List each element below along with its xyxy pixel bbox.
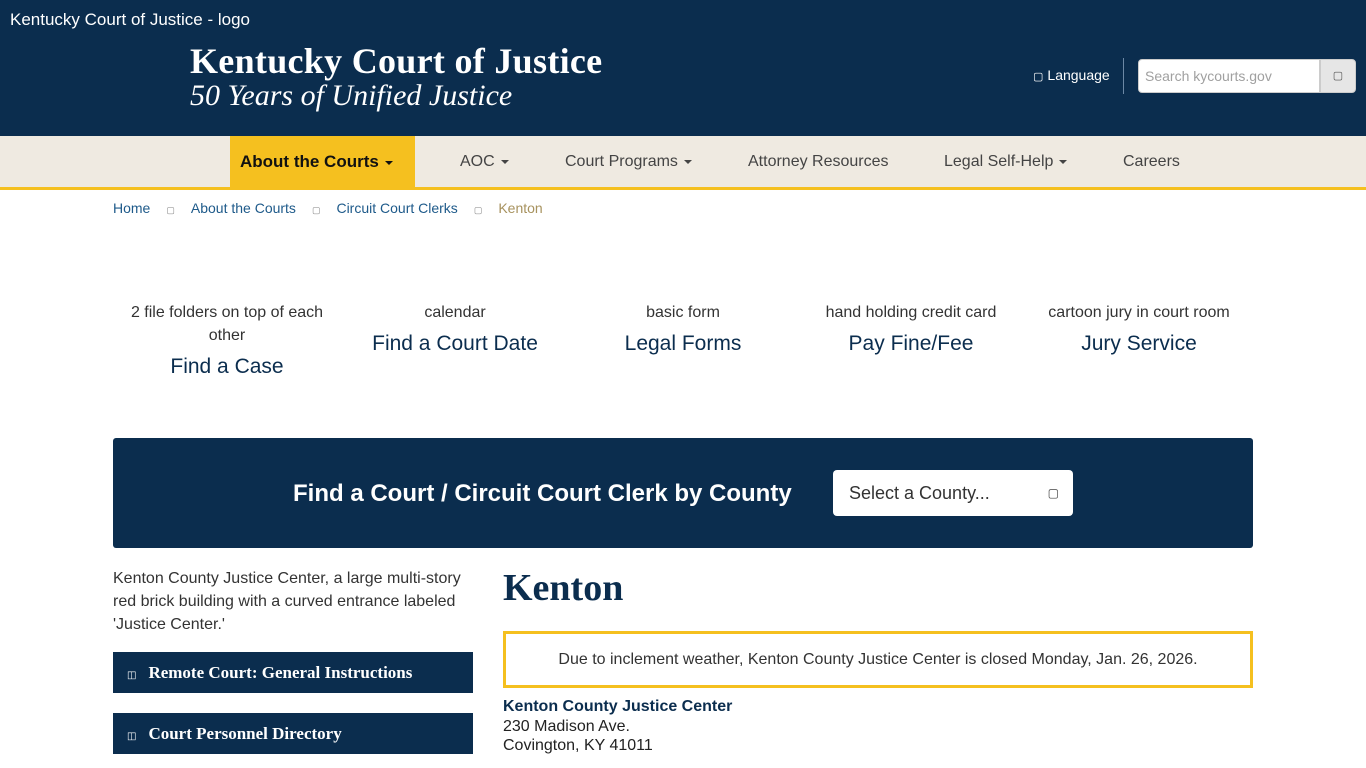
quick-link-label[interactable]: Find a Court Date (341, 332, 569, 356)
address-city: Covington, KY 41011 (503, 737, 653, 754)
nav-careers[interactable]: Careers (1123, 136, 1180, 187)
quick-link-jury-service[interactable]: cartoon jury in court room Jury Service (1025, 301, 1253, 356)
header-divider (1123, 58, 1124, 94)
chevron-right-icon: ▢ (473, 205, 483, 215)
side-button-label: Court Personnel Directory (148, 724, 342, 743)
quick-link-label[interactable]: Pay Fine/Fee (797, 332, 1025, 356)
search-icon: ▢ (1332, 70, 1344, 82)
caret-down-icon (500, 159, 509, 164)
site-subtitle: 50 Years of Unified Justice (190, 79, 513, 112)
breadcrumb-current: Kenton (498, 200, 543, 216)
site-title[interactable]: Kentucky Court of Justice (190, 40, 602, 82)
nav-item-label: Legal Self-Help (944, 153, 1054, 170)
breadcrumb: Home ▢ About the Courts ▢ Circuit Court Cler… (113, 200, 543, 216)
breadcrumb-circuit-court-clerks[interactable]: Circuit Court Clerks (336, 200, 457, 216)
address-name: Kenton County Justice Center (503, 698, 733, 715)
address-street: 230 Madison Ave. (503, 718, 630, 735)
weather-alert: Due to inclement weather, Kenton County … (503, 631, 1253, 688)
county-heading: Kenton (503, 567, 624, 609)
county-select-value: Select a County... (849, 483, 990, 503)
quick-link-legal-forms[interactable]: basic form Legal Forms (569, 301, 797, 356)
caret-down-icon (1059, 159, 1068, 164)
court-personnel-directory-button[interactable]: ◫ Court Personnel Directory (113, 713, 473, 754)
search-button[interactable]: ▢ (1320, 59, 1356, 93)
nav-item-label: About the Courts (240, 152, 379, 171)
quick-link-label[interactable]: Find a Case (113, 355, 341, 379)
site-header: Kentucky Court of Justice - logo Kentuck… (0, 0, 1366, 136)
external-link-icon: ◫ (127, 731, 137, 742)
breadcrumb-about-the-courts[interactable]: About the Courts (191, 200, 296, 216)
county-finder-title: Find a Court / Circuit Court Clerk by Co… (293, 480, 792, 507)
breadcrumb-home[interactable]: Home (113, 200, 150, 216)
folders-image: 2 file folders on top of each other (130, 304, 324, 344)
search-form: ▢ (1138, 59, 1356, 93)
remote-court-instructions-button[interactable]: ◫ Remote Court: General Instructions (113, 652, 473, 693)
quick-link-label[interactable]: Legal Forms (569, 332, 797, 356)
chevron-right-icon: ▢ (166, 205, 175, 215)
quick-link-pay-fine-fee[interactable]: hand holding credit card Pay Fine/Fee (797, 301, 1025, 356)
nav-court-programs[interactable]: Court Programs (565, 136, 692, 187)
quick-link-find-a-case[interactable]: 2 file folders on top of each other Find… (113, 301, 341, 379)
side-button-label: Remote Court: General Instructions (148, 663, 413, 682)
site-logo[interactable]: Kentucky Court of Justice - logo (10, 10, 250, 30)
language-label: Language (1047, 67, 1110, 83)
county-select[interactable]: Select a County... ▢ (833, 470, 1073, 516)
search-input[interactable] (1138, 59, 1320, 93)
nav-aoc[interactable]: AOC (460, 136, 509, 187)
quick-link-label[interactable]: Jury Service (1025, 332, 1253, 356)
nav-item-label: Careers (1123, 153, 1180, 170)
external-link-icon: ◫ (127, 670, 137, 681)
nav-attorney-resources[interactable]: Attorney Resources (748, 136, 889, 187)
nav-item-label: AOC (460, 153, 495, 170)
main-nav: About the Courts AOC Court Programs Atto… (0, 136, 1366, 190)
quick-link-find-a-court-date[interactable]: calendar Find a Court Date (341, 301, 569, 356)
nav-item-label: Attorney Resources (748, 153, 889, 170)
caret-down-icon (384, 160, 393, 165)
language-selector[interactable]: ▢ Language (1033, 67, 1110, 83)
jury-image: cartoon jury in court room (1048, 304, 1230, 321)
justice-center-image: Kenton County Justice Center, a large mu… (113, 570, 461, 633)
nav-legal-self-help[interactable]: Legal Self-Help (944, 136, 1068, 187)
chevron-down-icon: ▢ (1047, 486, 1059, 500)
calendar-image: calendar (424, 304, 486, 321)
credit-card-image: hand holding credit card (825, 304, 997, 321)
form-image: basic form (646, 304, 720, 321)
nav-item-label: Court Programs (565, 153, 678, 170)
county-finder-banner: Find a Court / Circuit Court Clerk by Co… (113, 438, 1253, 548)
nav-about-the-courts[interactable]: About the Courts (230, 136, 415, 187)
chevron-right-icon: ▢ (311, 205, 321, 215)
globe-icon: ▢ (1033, 71, 1044, 83)
caret-down-icon (683, 159, 692, 164)
